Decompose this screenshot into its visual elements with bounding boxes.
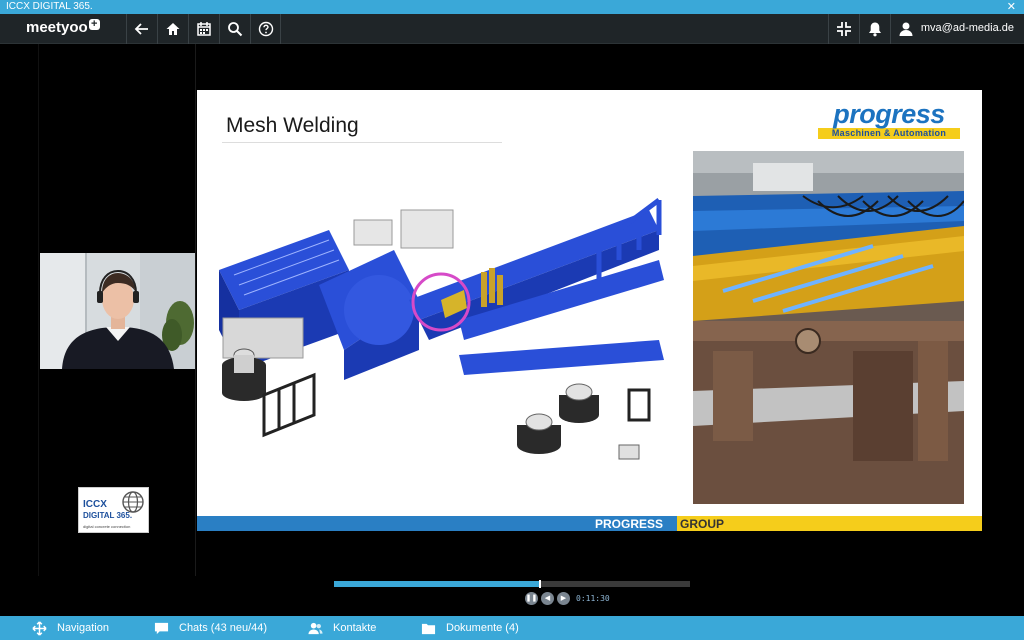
documents-button[interactable]: Dokumente (4): [421, 616, 519, 640]
playback-time: 0:11:30: [576, 594, 610, 603]
slide-title: Mesh Welding: [226, 114, 359, 137]
factory-photo: [693, 151, 964, 504]
move-icon: [32, 620, 47, 636]
playback-progress-bar[interactable]: [334, 580, 690, 588]
iccx-logo-tagline: digital concrete connection: [83, 524, 131, 529]
playback-scrubber[interactable]: [539, 580, 542, 588]
documents-label: Dokumente (4): [446, 622, 519, 634]
iccx-logo-line1: ICCX: [83, 499, 107, 510]
contacts-label: Kontakte: [333, 622, 377, 634]
speaker-webcam: [40, 253, 195, 369]
logo-plus-icon: +: [88, 19, 100, 30]
meetyoo-logo[interactable]: meetyoo +: [26, 19, 100, 36]
chats-label: Chats (43 neu/44): [179, 622, 268, 634]
playback-progress-fill: [334, 581, 541, 587]
search-icon[interactable]: [219, 14, 250, 44]
user-icon[interactable]: [890, 14, 921, 44]
forward-icon[interactable]: ▶: [557, 592, 570, 605]
navigation-button[interactable]: Navigation: [32, 616, 109, 640]
back-arrow-icon[interactable]: [126, 14, 157, 44]
footer-brand-left: PROGRESS: [595, 517, 664, 531]
folder-icon: [421, 623, 436, 634]
top-navigation-bar: meetyoo + mva@ad-media.de: [0, 14, 1024, 44]
calendar-icon[interactable]: [188, 14, 219, 44]
chat-icon: [154, 622, 169, 634]
window-title: ICCX DIGITAL 365.: [6, 1, 93, 12]
contacts-button[interactable]: Kontakte: [308, 616, 376, 640]
pause-icon[interactable]: ❚❚: [525, 592, 538, 605]
machine-illustration: [219, 198, 664, 460]
progress-logo: progress Maschinen & Automation: [818, 100, 960, 139]
footer-brand-right: GROUP: [680, 517, 725, 531]
globe-icon: [122, 491, 144, 513]
bottom-toolbar: Navigation Chats (43 neu/44) Kontakte Do…: [0, 616, 1024, 640]
user-email[interactable]: mva@ad-media.de: [921, 22, 1014, 34]
brand-word: progress: [833, 99, 945, 129]
contacts-icon: [308, 622, 323, 634]
window-titlebar: ICCX DIGITAL 365. ✕: [0, 0, 1024, 14]
logo-text: meetyoo: [26, 19, 88, 36]
bell-icon[interactable]: [859, 14, 890, 44]
brand-subtitle: Maschinen & Automation: [818, 128, 960, 139]
help-icon[interactable]: [250, 14, 281, 44]
home-icon[interactable]: [157, 14, 188, 44]
presentation-slide: Mesh Welding progress Maschinen & Automa…: [197, 90, 982, 531]
iccx-logo: ICCX DIGITAL 365. digital concrete conne…: [78, 487, 149, 533]
close-icon[interactable]: ✕: [1007, 0, 1016, 14]
slide-footer-band: PROGRESS GROUP: [197, 516, 982, 531]
rewind-icon[interactable]: ◀: [541, 592, 554, 605]
navigation-label: Navigation: [57, 622, 109, 634]
fullscreen-exit-icon[interactable]: [828, 14, 859, 44]
title-divider: [222, 142, 502, 143]
chats-button[interactable]: Chats (43 neu/44): [154, 616, 267, 640]
